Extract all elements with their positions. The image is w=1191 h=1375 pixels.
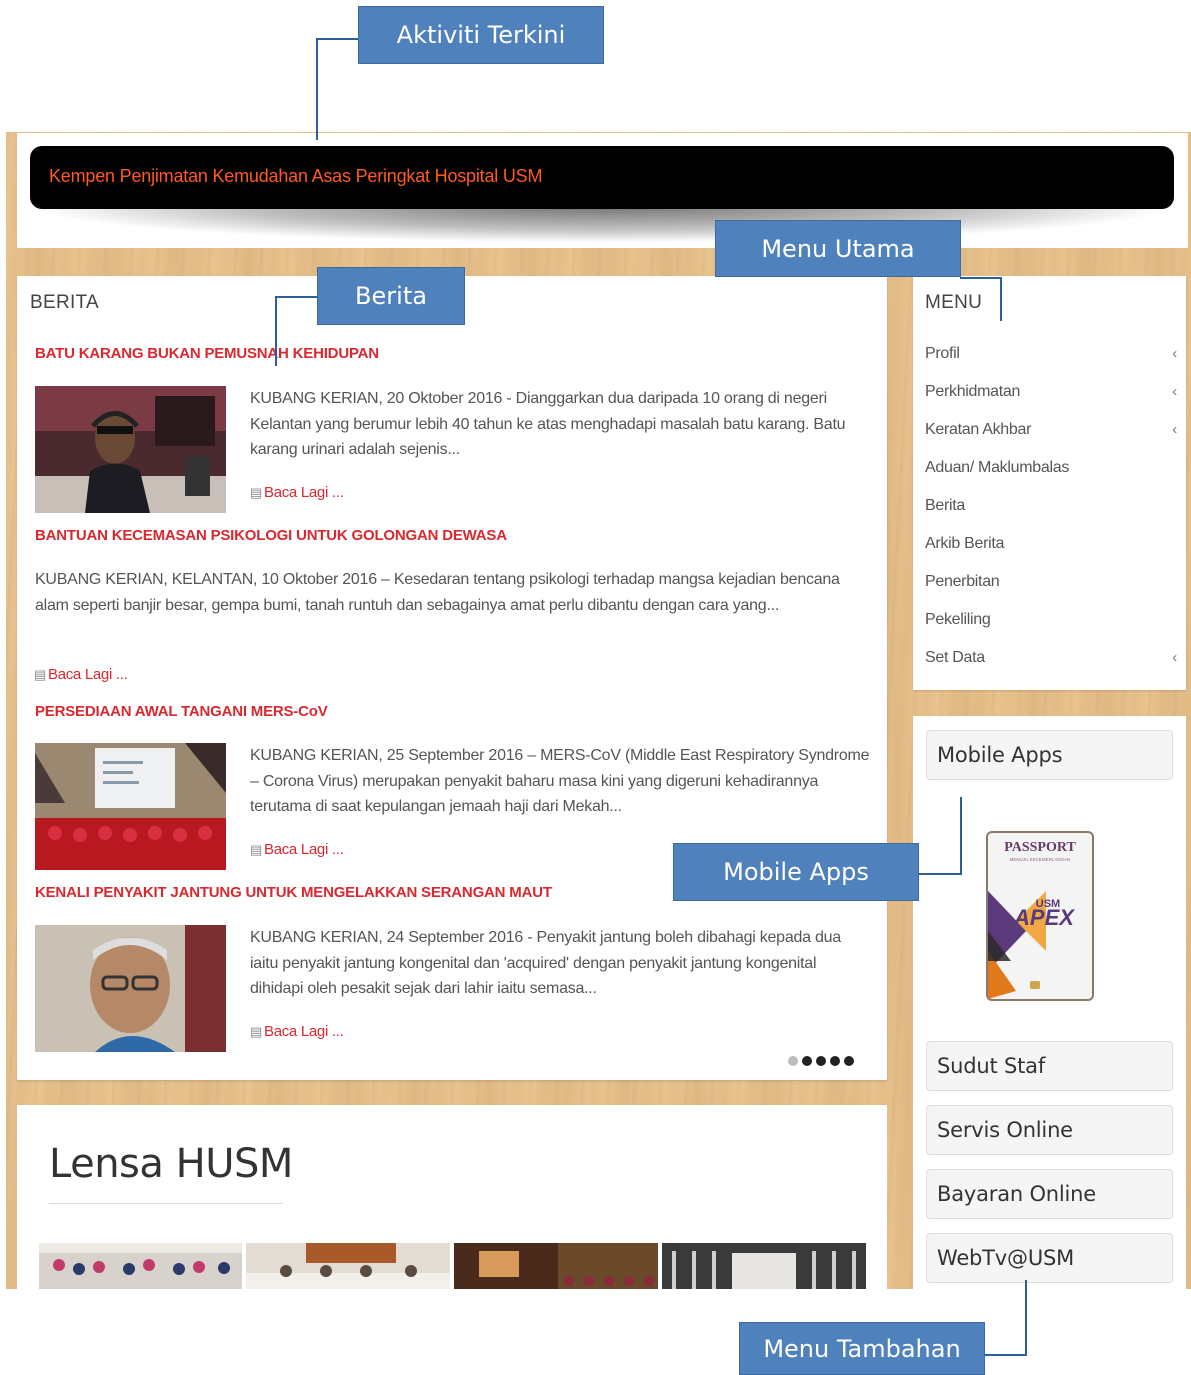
chevron-left-icon: ‹ <box>1172 649 1177 666</box>
lensa-divider <box>49 1203 283 1204</box>
carousel-pager <box>788 1056 854 1066</box>
news-thumbnail[interactable] <box>35 925 226 1052</box>
news-item-summary: KUBANG KERIAN, KELANTAN, 10 Oktober 2016… <box>35 571 840 614</box>
gallery-photo[interactable] <box>246 1243 450 1289</box>
menu-item-berita[interactable]: Berita <box>925 497 1177 515</box>
passport-subtitle: MENUJU KECEMERLANGAN <box>1010 857 1071 862</box>
mobile-apps-button[interactable]: Mobile Apps <box>926 730 1173 780</box>
main-menu-panel: MENU Profil ‹ Perkhidmatan ‹ Keratan Akhba… <box>913 276 1186 690</box>
menu-tambahan-connector <box>985 1280 1027 1356</box>
pager-dot[interactable] <box>844 1056 854 1066</box>
chevron-left-icon: ‹ <box>1172 421 1177 438</box>
pager-dot[interactable] <box>830 1056 840 1066</box>
pager-dot[interactable] <box>802 1056 812 1066</box>
menu-item-label[interactable]: Pekeliling <box>925 611 991 628</box>
read-more-label[interactable]: Baca Lagi ... <box>264 841 344 858</box>
webtv-usm-button[interactable]: WebTv@USM <box>926 1233 1173 1283</box>
read-more-label[interactable]: Baca Lagi ... <box>48 666 128 683</box>
callout-berita: Berita <box>317 267 465 325</box>
read-more-label[interactable]: Baca Lagi ... <box>264 1023 344 1040</box>
sudut-staf-button[interactable]: Sudut Staf <box>926 1041 1173 1091</box>
aktiviti-connector <box>316 38 358 140</box>
menu-item-label[interactable]: Penerbitan <box>925 573 1000 590</box>
news-item-summary: KUBANG KERIAN, 25 September 2016 – MERS-… <box>250 747 870 816</box>
ticker-shadow <box>40 206 1164 242</box>
mobile-apps-connector <box>918 797 962 875</box>
gallery-photo[interactable] <box>662 1243 866 1289</box>
news-panel-title: BERITA <box>30 292 100 313</box>
ticker-text[interactable]: Kempen Penjimatan Kemudahan Asas Peringk… <box>49 166 542 186</box>
pager-dot[interactable] <box>816 1056 826 1066</box>
read-more-link[interactable]: ▤ Baca Lagi ... <box>34 666 128 683</box>
read-more-link[interactable]: ▤ Baca Lagi ... <box>250 841 344 858</box>
callout-menu-tambahan: Menu Tambahan <box>739 1322 985 1375</box>
gallery-photo[interactable] <box>454 1243 658 1289</box>
document-icon: ▤ <box>34 667 46 682</box>
menu-item-penerbitan[interactable]: Penerbitan <box>925 573 1177 591</box>
callout-aktiviti-terkini: Aktiviti Terkini <box>358 6 604 64</box>
news-panel: BERITA BATU KARANG BUKAN PEMUSNAH KEHIDU… <box>17 276 887 1080</box>
menu-item-label[interactable]: Keratan Akhbar <box>925 421 1031 438</box>
news-item-summary: KUBANG KERIAN, 24 September 2016 - Penya… <box>250 929 841 998</box>
news-thumbnail[interactable] <box>35 386 226 513</box>
menu-item-label[interactable]: Aduan/ Maklumbalas <box>925 459 1069 476</box>
document-icon: ▤ <box>250 485 262 500</box>
menu-item-profil[interactable]: Profil ‹ <box>925 345 1177 363</box>
news-item-title[interactable]: PERSEDIAAN AWAL TANGANI MERS-CoV <box>35 703 328 720</box>
servis-online-button[interactable]: Servis Online <box>926 1105 1173 1155</box>
berita-connector <box>275 296 318 366</box>
menu-item-label[interactable]: Set Data <box>925 649 985 666</box>
callout-menu-utama: Menu Utama <box>715 220 961 277</box>
callout-mobile-apps: Mobile Apps <box>673 843 919 901</box>
bayaran-online-button[interactable]: Bayaran Online <box>926 1169 1173 1219</box>
menu-item-label[interactable]: Perkhidmatan <box>925 383 1020 400</box>
news-item-title[interactable]: BATU KARANG BUKAN PEMUSNAH KEHIDUPAN <box>35 345 379 362</box>
news-item-title[interactable]: BANTUAN KECEMASAN PSIKOLOGI UNTUK GOLONG… <box>35 527 507 544</box>
chevron-left-icon: ‹ <box>1172 383 1177 400</box>
read-more-link[interactable]: ▤ Baca Lagi ... <box>250 484 344 501</box>
chevron-left-icon: ‹ <box>1172 345 1177 362</box>
document-icon: ▤ <box>250 1024 262 1039</box>
news-thumbnail[interactable] <box>35 743 226 870</box>
menu-item-label[interactable]: Profil <box>925 345 960 362</box>
menu-item-aduan[interactable]: Aduan/ Maklumbalas <box>925 459 1177 477</box>
lensa-title: Lensa HUSM <box>49 1141 293 1187</box>
news-item-summary: KUBANG KERIAN, 20 Oktober 2016 - Diangga… <box>250 390 846 459</box>
menu-item-pekeliling[interactable]: Pekeliling <box>925 611 1177 629</box>
lensa-panel: Lensa HUSM <box>17 1105 887 1289</box>
document-icon: ▤ <box>250 842 262 857</box>
passport-title: PASSPORT <box>1004 840 1076 855</box>
menu-item-perkhidmatan[interactable]: Perkhidmatan ‹ <box>925 383 1177 401</box>
menu-utama-connector <box>960 277 1002 321</box>
news-ticker[interactable]: Kempen Penjimatan Kemudahan Asas Peringk… <box>30 146 1174 209</box>
menu-item-label[interactable]: Arkib Berita <box>925 535 1004 552</box>
read-more-label[interactable]: Baca Lagi ... <box>264 484 344 501</box>
pager-dot[interactable] <box>788 1056 798 1066</box>
menu-item-arkib-berita[interactable]: Arkib Berita <box>925 535 1177 553</box>
news-item-title[interactable]: KENALI PENYAKIT JANTUNG UNTUK MENGELAKKA… <box>35 884 552 901</box>
passport-brand: APEX <box>1013 905 1075 930</box>
menu-item-label[interactable]: Berita <box>925 497 965 514</box>
passport-apex-app[interactable]: PASSPORT MENUJU KECEMERLANGAN USM APEX <box>986 831 1094 1001</box>
menu-item-keratan-akhbar[interactable]: Keratan Akhbar ‹ <box>925 421 1177 439</box>
menu-item-set-data[interactable]: Set Data ‹ <box>925 649 1177 667</box>
read-more-link[interactable]: ▤ Baca Lagi ... <box>250 1023 344 1040</box>
gallery-photo[interactable] <box>39 1243 242 1289</box>
